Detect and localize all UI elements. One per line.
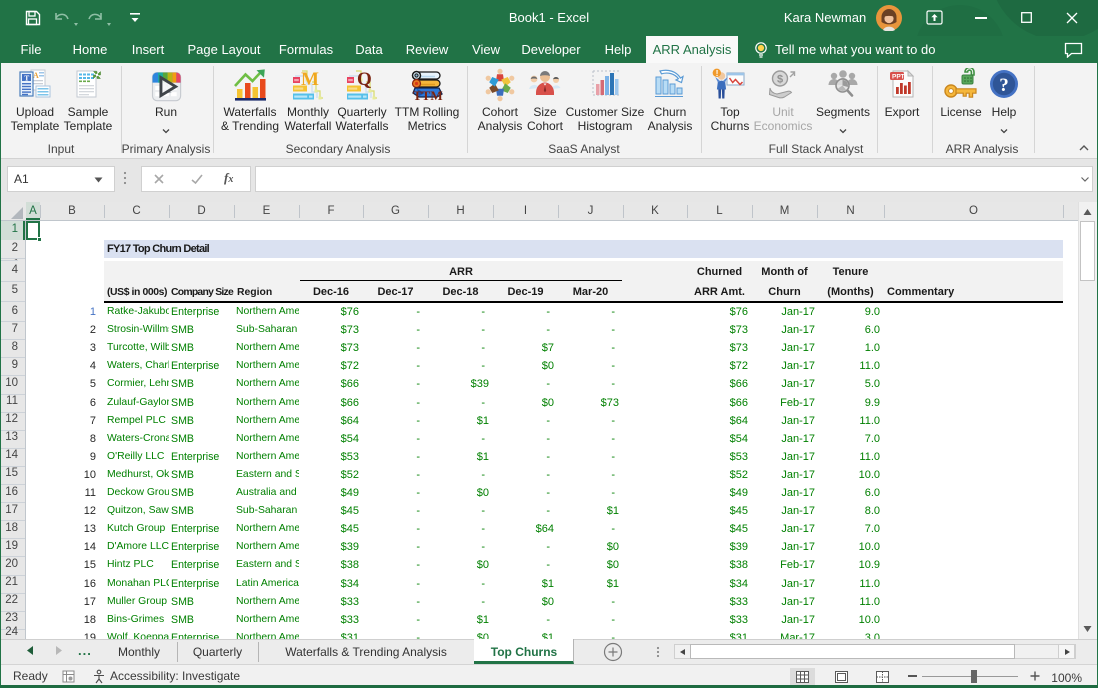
svg-text:PPT: PPT <box>892 74 905 81</box>
svg-text:Q: Q <box>357 69 372 90</box>
svg-text:TTM: TTM <box>413 88 443 102</box>
svg-text:A: A <box>33 71 39 80</box>
svg-text:T: T <box>24 73 29 82</box>
svg-text:$: $ <box>777 74 783 86</box>
svg-text:!: ! <box>716 68 719 78</box>
svg-text:?: ? <box>999 75 1009 96</box>
